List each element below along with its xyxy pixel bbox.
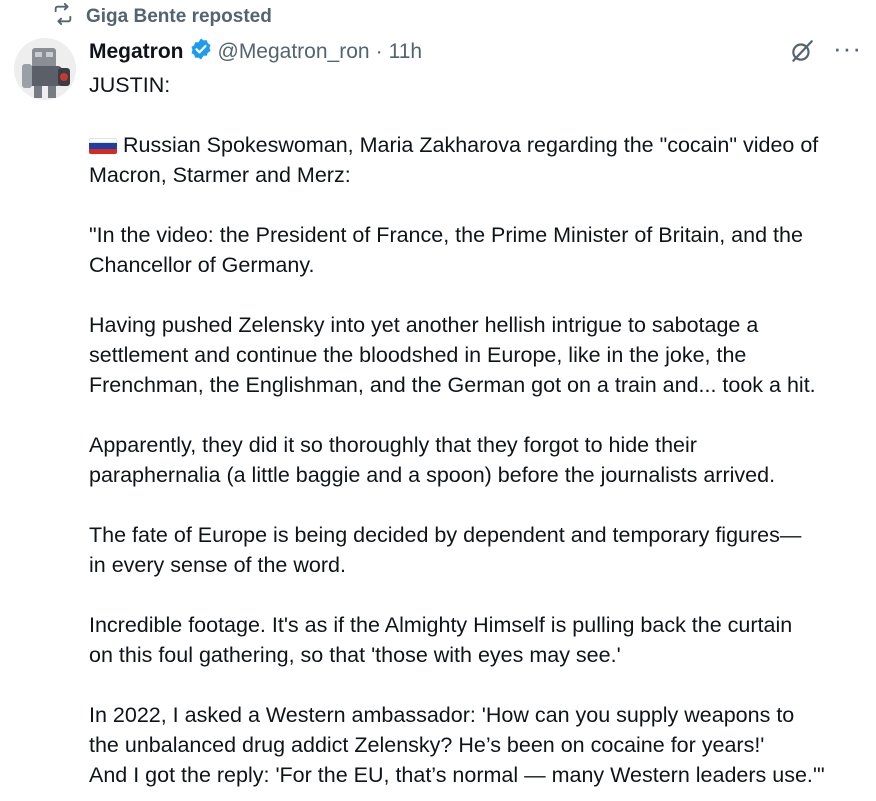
post-line-text: Russian Spokeswoman, Maria Zakharova reg… <box>123 133 819 157</box>
verified-badge-icon <box>184 37 218 67</box>
post-line: JUSTIN: <box>89 73 171 97</box>
post-line: on this foul gathering, so that 'those w… <box>89 643 621 667</box>
repost-label: Giga Bente reposted <box>86 6 272 27</box>
post-line: Apparently, they did it so thoroughly th… <box>89 433 697 457</box>
post-line: The fate of Europe is being decided by d… <box>89 523 802 547</box>
post-line: "In the video: the President of France, … <box>89 223 803 247</box>
post-line: And I got the reply: 'For the EU, that’s… <box>89 763 825 787</box>
author-handle[interactable]: @Megatron_ron <box>218 40 370 64</box>
grok-icon[interactable] <box>789 38 815 69</box>
post-line: Russian Spokeswoman, Maria Zakharova reg… <box>89 130 869 160</box>
author-name[interactable]: Megatron <box>89 40 184 64</box>
avatar[interactable] <box>14 38 76 100</box>
post-line: Incredible footage. It's as if the Almig… <box>89 613 793 637</box>
post-actions: ··· <box>789 35 862 69</box>
post-line: Macron, Starmer and Merz: <box>89 163 351 187</box>
post-line: settlement and continue the bloodshed in… <box>89 343 747 367</box>
post-text: JUSTIN: Russian Spokeswoman, Maria Zakha… <box>89 70 869 790</box>
post-line: in every sense of the word. <box>89 553 346 577</box>
post-line: paraphernalia (a little baggie and a spo… <box>89 463 776 487</box>
post-header: Megatron @Megatron_ron · 11h <box>89 38 422 66</box>
post-time[interactable]: 11h <box>389 40 422 64</box>
more-options-icon[interactable]: ··· <box>833 35 862 61</box>
post-line: Having pushed Zelensky into yet another … <box>89 313 759 337</box>
repost-indicator[interactable]: Giga Bente reposted <box>52 3 272 31</box>
post-line: Frenchman, the Englishman, and the Germa… <box>89 373 816 397</box>
russia-flag-icon <box>89 138 117 154</box>
post-line: Chancellor of Germany. <box>89 253 315 277</box>
separator-dot: · <box>375 40 383 63</box>
repost-icon <box>52 3 74 31</box>
post-line: the unbalanced drug addict Zelensky? He’… <box>89 733 765 757</box>
post-line: In 2022, I asked a Western ambassador: '… <box>89 703 795 727</box>
